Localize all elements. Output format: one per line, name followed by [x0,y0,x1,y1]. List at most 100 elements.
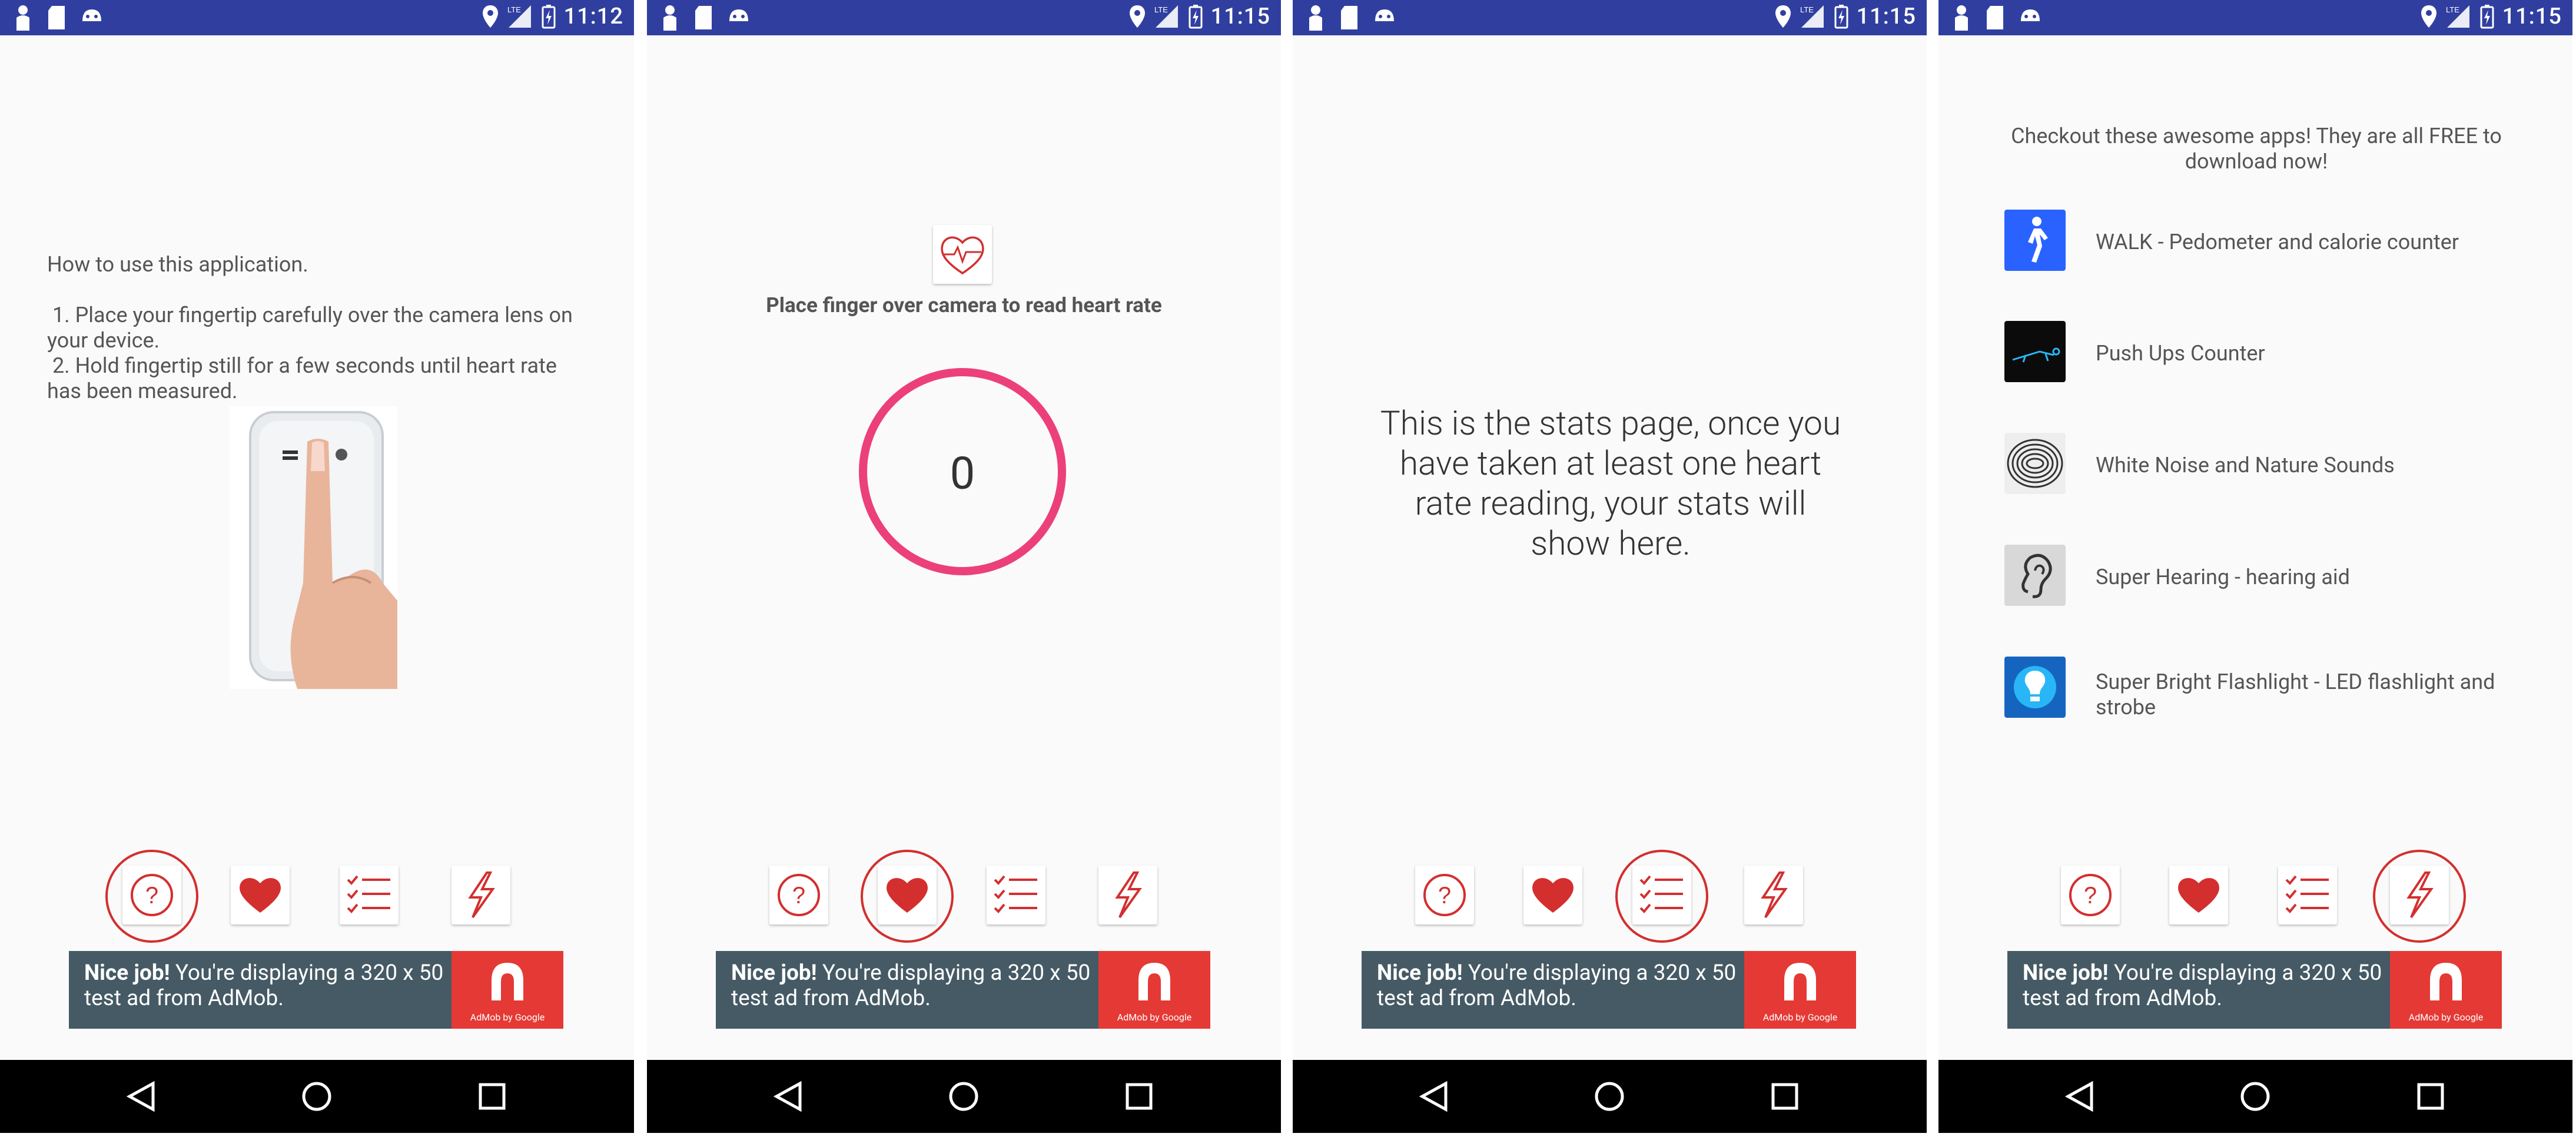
tab-heart[interactable] [2169,866,2228,924]
app-row-super-hearing[interactable]: Super Hearing - hearing aid [2004,545,2522,609]
home-icon [302,1082,331,1111]
home-button[interactable] [928,1060,999,1133]
tab-heart[interactable] [861,850,954,943]
screen-promo: LTE 11:15 Checkout these awesome apps! T… [1938,0,2572,1133]
recents-button[interactable] [2395,1060,2466,1133]
sd-card-icon [1987,6,2003,29]
recents-button[interactable] [457,1060,527,1133]
ad-banner[interactable]: Nice job! You're displaying a 320 x 50 t… [716,951,1210,1029]
ear-icon [2004,545,2066,606]
tab-bar: ? [716,850,1210,948]
app-row-flashlight[interactable]: Super Bright Flashlight - LED flashlight… [2004,657,2522,721]
help-step-1: 1. Place your fingertip carefully over t… [47,303,578,353]
tab-flash[interactable] [1098,866,1157,924]
tab-help[interactable]: ? [105,850,198,943]
noise-pattern-icon [2004,433,2066,494]
battery-charging-icon [1189,5,1203,29]
recents-icon [1771,1083,1798,1110]
help-instructions: How to use this application. 1. Place yo… [47,252,577,404]
ad-banner[interactable]: Nice job! You're displaying a 320 x 50 t… [69,951,563,1029]
location-icon [1775,5,1791,28]
heart-icon [1532,878,1574,913]
recents-icon [2417,1083,2444,1110]
screen-measure: LTE 11:15 Place finger over camera to re… [647,0,1281,1133]
person-icon [1955,5,1968,31]
tab-flash[interactable] [1744,866,1803,924]
help-step-2: 2. Hold fingertip still for a few second… [47,353,562,403]
app-row-pushups[interactable]: Push Ups Counter [2004,321,2522,386]
tab-flash[interactable] [452,866,510,924]
ad-banner[interactable]: Nice job! You're displaying a 320 x 50 t… [1362,951,1856,1029]
lightning-icon [1761,871,1788,919]
heart-pulse-icon [941,236,984,275]
recents-button[interactable] [1750,1060,1820,1133]
clock: 11:15 [1210,4,1270,29]
home-button[interactable] [281,1060,352,1133]
recents-button[interactable] [1104,1060,1174,1133]
admob-icon [492,963,523,1000]
tab-flash[interactable] [2373,850,2466,943]
question-mark-icon: ? [2069,874,2112,916]
home-icon [2240,1082,2270,1111]
system-nav-bar [647,1060,1281,1133]
svg-text:LTE: LTE [507,5,521,14]
tab-heart[interactable] [231,866,290,924]
heart-pulse-badge [933,225,992,284]
lightning-icon [2406,871,2434,919]
svg-text:LTE: LTE [1154,5,1168,14]
tab-bar: ? [1362,850,1856,948]
sd-card-icon [695,6,712,29]
measure-instruction: Place finger over camera to read heart r… [766,293,1162,317]
admob-logo: AdMob by Google [1098,951,1210,1029]
tab-stats[interactable] [340,866,399,924]
back-button[interactable] [106,1060,177,1133]
ad-text: Nice job! You're displaying a 320 x 50 t… [1377,960,1737,1011]
tab-stats[interactable] [2278,866,2337,924]
clock: 11:12 [563,4,623,29]
location-icon [2421,5,2436,28]
back-button[interactable] [753,1060,824,1133]
tab-help[interactable]: ? [1415,866,1474,924]
location-icon [482,5,498,28]
lightning-icon [1115,871,1142,919]
screen-stats: LTE 11:15 This is the stats page, once y… [1293,0,1927,1133]
app-row-walk[interactable]: WALK - Pedometer and calorie counter [2004,210,2522,274]
app-name: WALK - Pedometer and calorie counter [2096,230,2459,254]
admob-icon [1784,963,1816,1000]
recents-icon [479,1083,506,1110]
screen-help: LTE 11:12 How to use this application. 1… [0,0,634,1133]
tab-help[interactable]: ? [769,866,828,924]
person-icon [1309,5,1322,31]
app-name: Push Ups Counter [2096,341,2265,366]
home-button[interactable] [1574,1060,1645,1133]
location-icon [1129,5,1145,28]
home-button[interactable] [2220,1060,2290,1133]
tab-bar: ? [69,850,563,948]
back-button[interactable] [2044,1060,2115,1133]
tab-stats[interactable] [987,866,1045,924]
android-icon [729,9,748,21]
svg-text:?: ? [145,883,158,909]
back-button[interactable] [1399,1060,1469,1133]
bpm-value: 0 [950,447,975,500]
tab-heart[interactable] [1523,866,1582,924]
admob-logo: AdMob by Google [2390,951,2502,1029]
home-icon [1595,1082,1624,1111]
admob-logo: AdMob by Google [1744,951,1856,1029]
app-row-white-noise[interactable]: White Noise and Nature Sounds [2004,433,2522,498]
back-icon [1419,1081,1448,1112]
tab-stats[interactable] [1615,850,1708,943]
svg-text:?: ? [1438,883,1451,909]
status-bar: LTE 11:15 [1938,0,2572,35]
android-icon [82,9,101,21]
app-name: Super Hearing - hearing aid [2096,565,2350,589]
ad-text: Nice job! You're displaying a 320 x 50 t… [731,960,1091,1011]
android-icon [1375,9,1394,21]
heart-icon [887,878,928,913]
back-icon [126,1081,155,1112]
tab-help[interactable]: ? [2061,866,2120,924]
ad-banner[interactable]: Nice job! You're displaying a 320 x 50 t… [2007,951,2502,1029]
back-icon [2064,1081,2093,1112]
person-icon [16,5,29,31]
svg-text:?: ? [792,883,805,909]
